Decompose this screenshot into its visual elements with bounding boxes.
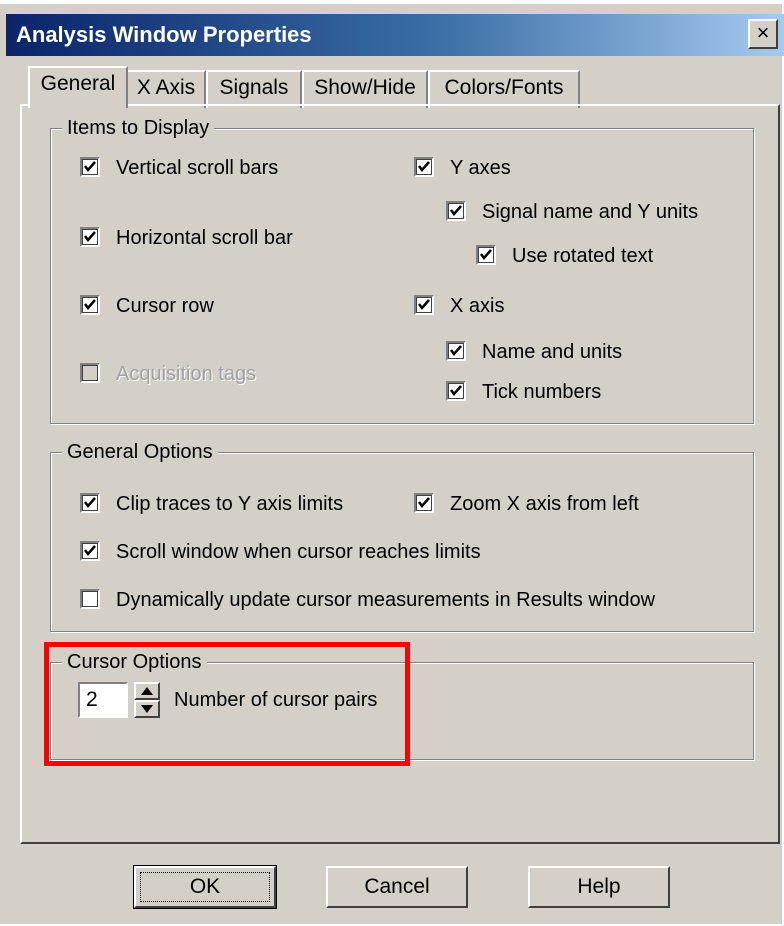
check-icon xyxy=(450,205,462,216)
cursor-row-label: Cursor row xyxy=(116,295,214,317)
tab-general[interactable]: General xyxy=(28,66,128,108)
ok-button[interactable]: OK xyxy=(133,865,277,909)
check-icon xyxy=(450,385,462,396)
tab-x-axis[interactable]: X Axis xyxy=(126,70,206,108)
checkbox-box[interactable] xyxy=(80,227,100,247)
checkbox-box-disabled xyxy=(80,363,100,383)
zoom-x-from-left-label: Zoom X axis from left xyxy=(450,493,639,515)
general-options-legend: General Options xyxy=(62,440,218,464)
help-label: Help xyxy=(577,875,621,898)
check-icon xyxy=(450,345,462,356)
vertical-scroll-bars-label: Vertical scroll bars xyxy=(116,157,279,179)
check-icon xyxy=(418,299,430,310)
checkbox-box[interactable] xyxy=(80,541,100,561)
highlight-box xyxy=(44,642,410,766)
checkbox-box[interactable] xyxy=(80,157,100,177)
checkbox-box[interactable] xyxy=(80,589,100,609)
checkbox-box[interactable] xyxy=(446,381,466,401)
check-icon xyxy=(84,299,96,310)
check-icon xyxy=(84,161,96,172)
x-axis-label: X axis xyxy=(450,295,505,317)
check-icon xyxy=(418,497,430,508)
tick-numbers-label: Tick numbers xyxy=(482,381,602,403)
scroll-window-label: Scroll window when cursor reaches limits xyxy=(116,541,481,563)
tab-colors-fonts[interactable]: Colors/Fonts xyxy=(428,70,580,108)
checkbox-box[interactable] xyxy=(446,201,466,221)
checkbox-box[interactable] xyxy=(446,341,466,361)
tab-signals[interactable]: Signals xyxy=(206,70,302,108)
name-and-units-label: Name and units xyxy=(482,341,623,363)
tab-show-hide-label: Show/Hide xyxy=(314,76,416,99)
check-icon xyxy=(480,249,492,260)
checkbox-box[interactable] xyxy=(80,295,100,315)
close-icon: × xyxy=(756,20,770,45)
dynamic-update-label: Dynamically update cursor measurements i… xyxy=(116,589,656,611)
close-button[interactable]: × xyxy=(748,19,778,49)
use-rotated-text-label: Use rotated text xyxy=(512,245,654,267)
checkbox-box[interactable] xyxy=(414,295,434,315)
cancel-label: Cancel xyxy=(364,875,430,898)
title-bar: Analysis Window Properties × xyxy=(6,14,784,56)
tab-show-hide[interactable]: Show/Hide xyxy=(302,70,428,108)
cancel-button[interactable]: Cancel xyxy=(326,866,468,908)
tab-general-label: General xyxy=(40,72,116,95)
check-icon xyxy=(84,231,96,242)
tab-signals-label: Signals xyxy=(219,76,289,99)
tab-colors-fonts-label: Colors/Fonts xyxy=(444,76,564,99)
checkbox-box[interactable] xyxy=(414,157,434,177)
window-title: Analysis Window Properties xyxy=(16,22,312,47)
tab-x-axis-label: X Axis xyxy=(136,76,196,99)
check-icon xyxy=(418,161,430,172)
check-icon xyxy=(84,545,96,556)
items-to-display-legend: Items to Display xyxy=(62,116,215,140)
help-button[interactable]: Help xyxy=(528,866,670,908)
acquisition-tags-label: Acquisition tags xyxy=(116,363,257,385)
focus-rect xyxy=(140,872,270,902)
check-icon xyxy=(84,497,96,508)
horizontal-scroll-bar-label: Horizontal scroll bar xyxy=(116,227,293,249)
clip-traces-label: Clip traces to Y axis limits xyxy=(116,493,344,515)
y-axes-label: Y axes xyxy=(450,157,511,179)
checkbox-box[interactable] xyxy=(476,245,496,265)
signal-name-y-units-label: Signal name and Y units xyxy=(482,201,699,223)
checkbox-box[interactable] xyxy=(80,493,100,513)
checkbox-box[interactable] xyxy=(414,493,434,513)
